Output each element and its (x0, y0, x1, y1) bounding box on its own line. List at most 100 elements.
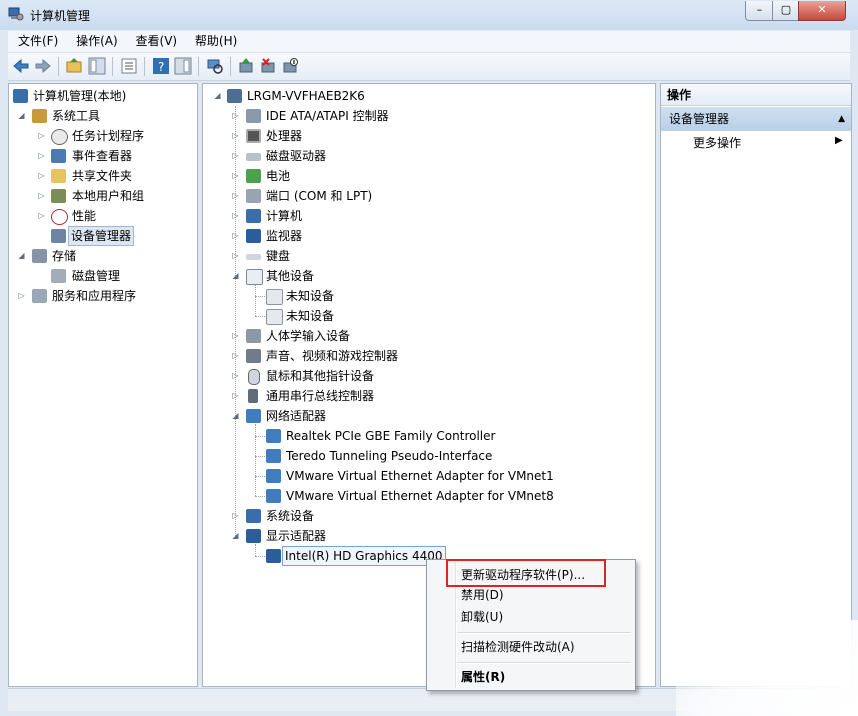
expanded-arrow-icon[interactable]: ◢ (17, 106, 26, 126)
title-bar[interactable]: 计算机管理 – ▢ ✕ (0, 0, 858, 30)
collapsed-arrow-icon[interactable]: ▷ (37, 146, 46, 166)
device-category[interactable]: ▷ 鼠标和其他指针设备 (203, 366, 653, 386)
menu-uninstall[interactable]: 卸载(U) (461, 607, 503, 627)
device-item[interactable]: 未知设备 (203, 306, 653, 326)
collapsed-arrow-icon[interactable]: ▷ (231, 366, 240, 386)
menu-file[interactable]: 文件(F) (14, 31, 62, 52)
tree-task-scheduler[interactable]: ▷ 任务计划程序 (9, 126, 195, 146)
performance-icon (51, 209, 68, 225)
unknown-device-icon (246, 269, 263, 285)
submenu-arrow-icon: ▶ (835, 135, 843, 146)
collapsed-arrow-icon[interactable]: ▷ (231, 386, 240, 406)
collapsed-arrow-icon[interactable]: ▷ (231, 126, 240, 146)
display-adapter-icon (246, 529, 261, 543)
device-item[interactable]: VMware Virtual Ethernet Adapter for VMne… (203, 486, 653, 506)
actions-section-device-manager[interactable]: 设备管理器 ▲ (661, 107, 851, 131)
expanded-arrow-icon[interactable]: ◢ (213, 86, 222, 106)
usb-icon (248, 389, 258, 403)
expanded-arrow-icon[interactable]: ◢ (231, 526, 240, 546)
tree-device-manager[interactable]: 设备管理器 (9, 226, 195, 246)
uninstall-device-icon[interactable] (260, 57, 278, 75)
device-category[interactable]: ▷ 计算机 (203, 206, 653, 226)
list-view-icon[interactable] (120, 57, 138, 75)
expanded-arrow-icon[interactable]: ◢ (231, 266, 240, 286)
expanded-arrow-icon[interactable]: ◢ (231, 406, 240, 426)
collapsed-arrow-icon[interactable]: ▷ (231, 246, 240, 266)
device-category-display[interactable]: ◢ 显示适配器 (203, 526, 653, 546)
menu-properties[interactable]: 属性(R) (461, 667, 505, 687)
tree-performance[interactable]: ▷ 性能 (9, 206, 195, 226)
collapsed-arrow-icon[interactable]: ▷ (37, 126, 46, 146)
collapsed-arrow-icon[interactable]: ▷ (231, 326, 240, 346)
forward-arrow-icon[interactable] (34, 57, 52, 75)
tree-services-apps[interactable]: ▷ 服务和应用程序 (9, 286, 195, 306)
device-category[interactable]: ▷ 处理器 (203, 126, 653, 146)
help-icon[interactable]: ? (152, 57, 170, 75)
up-folder-icon[interactable] (66, 57, 84, 75)
tree-system-tools[interactable]: ◢ 系统工具 (9, 106, 195, 126)
device-category[interactable]: ▷ 磁盘驱动器 (203, 146, 653, 166)
device-tree-root[interactable]: ◢ LRGM-VVFHAEB2K6 (203, 86, 653, 106)
tree-local-users[interactable]: ▷ 本地用户和组 (9, 186, 195, 206)
collapse-arrow-icon[interactable]: ▲ (838, 107, 845, 131)
disk-icon (51, 269, 66, 283)
menu-disable[interactable]: 禁用(D) (461, 585, 504, 605)
tree-shared-folders[interactable]: ▷ 共享文件夹 (9, 166, 195, 186)
device-item[interactable]: Teredo Tunneling Pseudo-Interface (203, 446, 653, 466)
device-category[interactable]: ▷ 电池 (203, 166, 653, 186)
more-actions-link[interactable]: 更多操作 (693, 134, 741, 152)
close-button[interactable]: ✕ (798, 1, 846, 21)
collapsed-arrow-icon[interactable]: ▷ (231, 166, 240, 186)
collapsed-arrow-icon[interactable]: ▷ (231, 226, 240, 246)
warning-icon (266, 289, 283, 305)
menu-help[interactable]: 帮助(H) (191, 31, 241, 52)
tree-storage[interactable]: ◢ 存储 (9, 246, 195, 266)
menu-scan-hardware[interactable]: 扫描检测硬件改动(A) (461, 637, 575, 657)
minimize-button[interactable]: – (745, 1, 774, 21)
device-item[interactable]: Realtek PCIe GBE Family Controller (203, 426, 653, 446)
device-category[interactable]: ▷ 通用串行总线控制器 (203, 386, 653, 406)
device-category[interactable]: ▷ 声音、视频和游戏控制器 (203, 346, 653, 366)
device-category[interactable]: ▷ 监视器 (203, 226, 653, 246)
device-category[interactable]: ▷ 系统设备 (203, 506, 653, 526)
device-category[interactable]: ▷ 端口 (COM 和 LPT) (203, 186, 653, 206)
device-category-other[interactable]: ◢ 其他设备 (203, 266, 653, 286)
computer-management-window: 计算机管理 – ▢ ✕ 文件(F) 操作(A) 查看(V) 帮助(H) ? 计算… (0, 0, 858, 716)
device-item[interactable]: 未知设备 (203, 286, 653, 306)
computer-icon (227, 89, 242, 103)
network-adapter-icon (266, 429, 281, 443)
show-action-pane-icon[interactable] (174, 57, 192, 75)
back-arrow-icon[interactable] (12, 57, 30, 75)
tree-disk-management[interactable]: 磁盘管理 (9, 266, 195, 286)
expanded-arrow-icon[interactable]: ◢ (17, 246, 26, 266)
device-category[interactable]: ▷ 键盘 (203, 246, 653, 266)
menu-action[interactable]: 操作(A) (72, 31, 122, 52)
menu-bar: 文件(F) 操作(A) 查看(V) 帮助(H) (8, 31, 850, 53)
collapsed-arrow-icon[interactable]: ▷ (231, 106, 240, 126)
tree-root[interactable]: 计算机管理(本地) (9, 86, 195, 106)
maximize-button[interactable]: ▢ (772, 1, 800, 21)
update-driver-icon[interactable] (238, 57, 256, 75)
collapsed-arrow-icon[interactable]: ▷ (37, 166, 46, 186)
disk-drive-icon (246, 153, 261, 161)
collapsed-arrow-icon[interactable]: ▷ (231, 146, 240, 166)
collapsed-arrow-icon[interactable]: ▷ (231, 206, 240, 226)
device-category[interactable]: ▷ IDE ATA/ATAPI 控制器 (203, 106, 653, 126)
collapsed-arrow-icon[interactable]: ▷ (231, 506, 240, 526)
collapsed-arrow-icon[interactable]: ▷ (231, 346, 240, 366)
collapsed-arrow-icon[interactable]: ▷ (37, 206, 46, 226)
device-category[interactable]: ▷ 人体学输入设备 (203, 326, 653, 346)
mouse-icon (248, 369, 260, 385)
disable-device-icon[interactable] (282, 57, 300, 75)
collapsed-arrow-icon[interactable]: ▷ (17, 286, 26, 306)
menu-update-driver[interactable]: 更新驱动程序软件(P)... (461, 565, 585, 585)
menu-view[interactable]: 查看(V) (132, 31, 182, 52)
scan-hardware-icon[interactable] (206, 57, 224, 75)
show-hide-tree-icon[interactable] (88, 57, 106, 75)
collapsed-arrow-icon[interactable]: ▷ (231, 186, 240, 206)
tree-event-viewer[interactable]: ▷ 事件查看器 (9, 146, 195, 166)
collapsed-arrow-icon[interactable]: ▷ (37, 186, 46, 206)
device-category-network[interactable]: ◢ 网络适配器 (203, 406, 653, 426)
event-viewer-icon (51, 149, 66, 163)
device-item[interactable]: VMware Virtual Ethernet Adapter for VMne… (203, 466, 653, 486)
